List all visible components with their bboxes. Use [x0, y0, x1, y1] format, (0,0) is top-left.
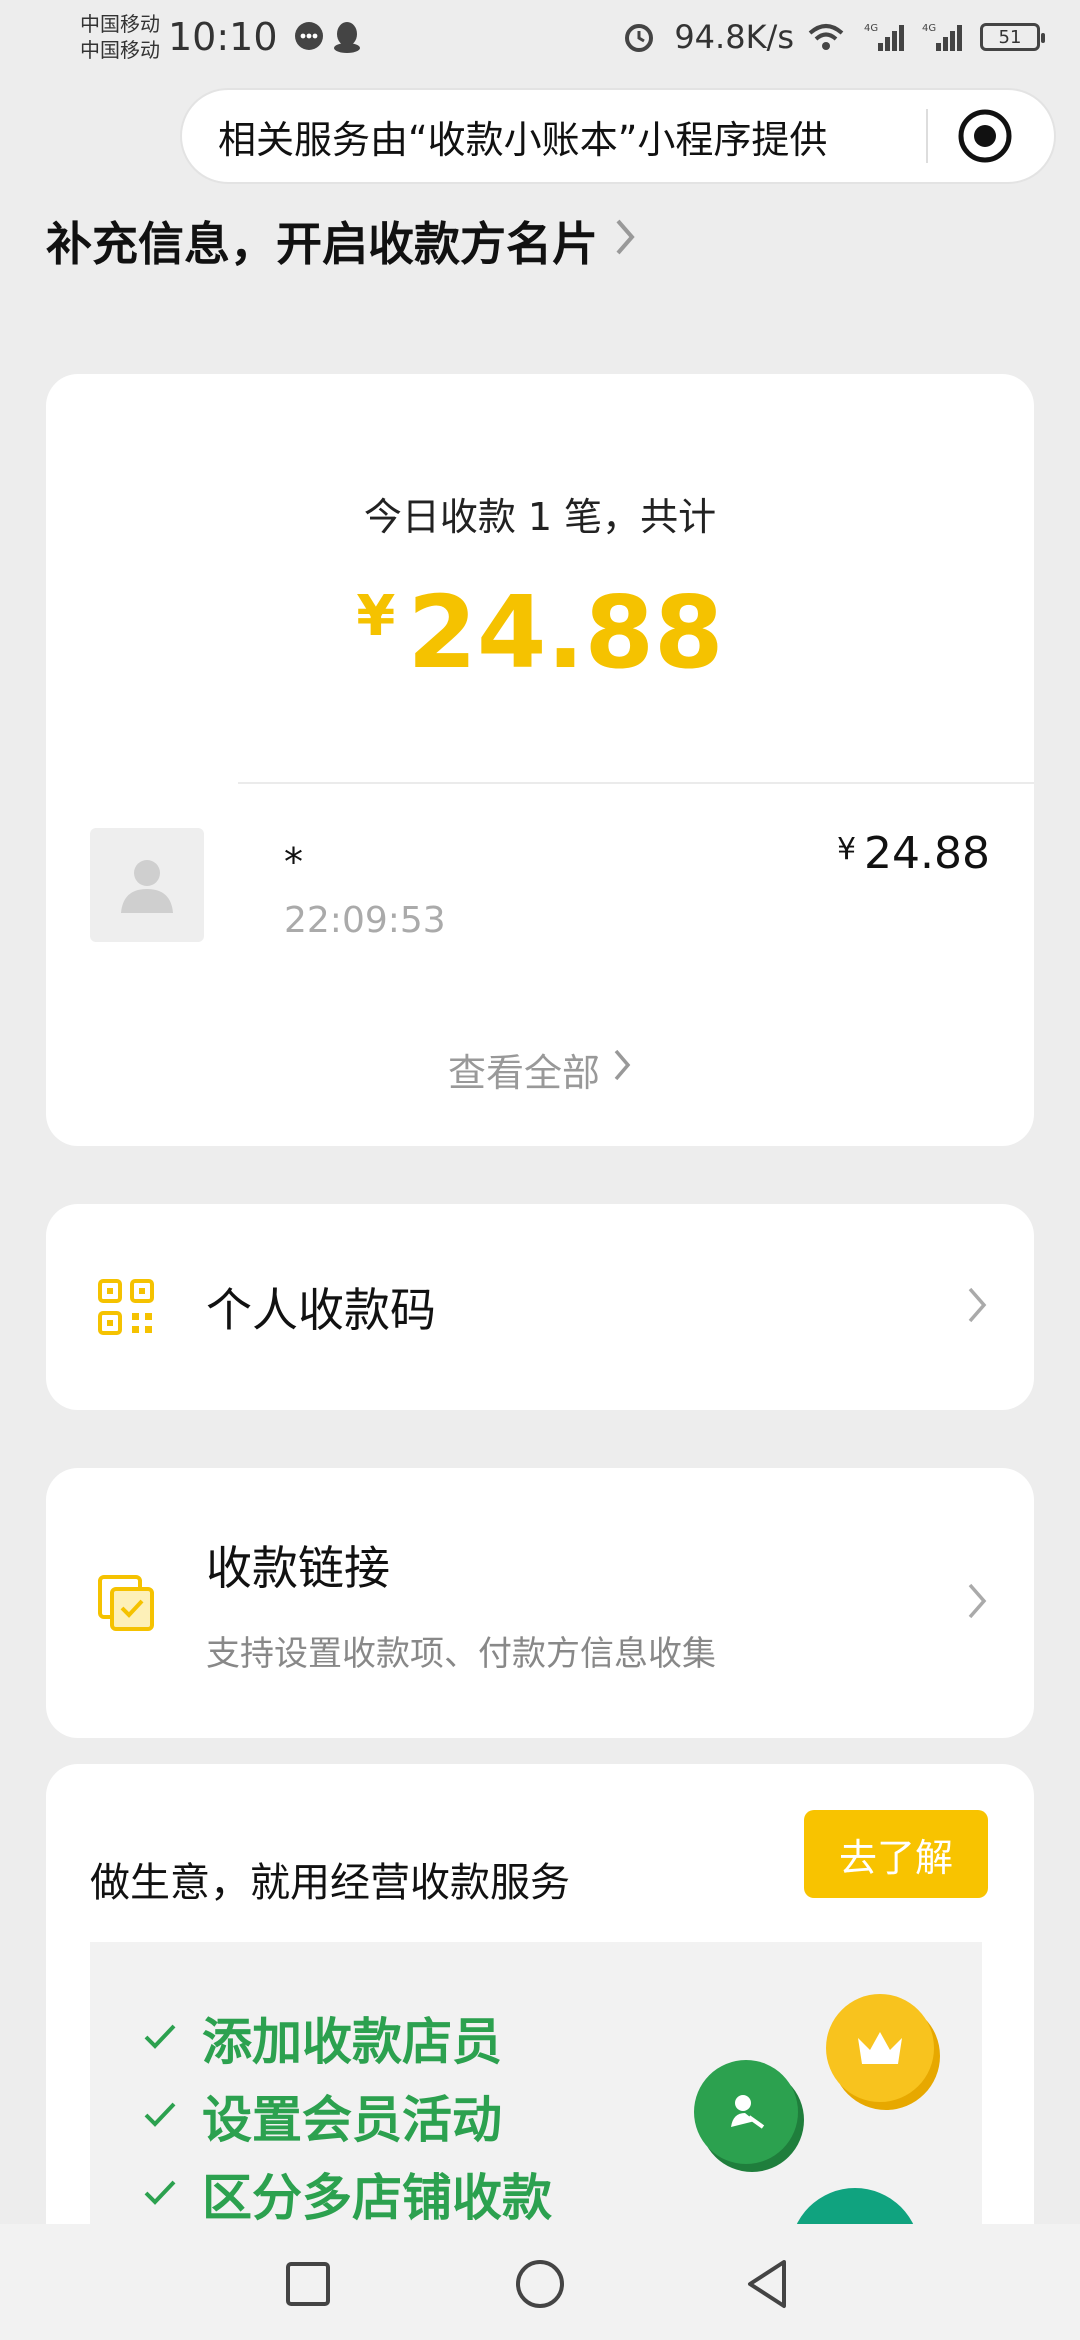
feature-item: 设置会员活动 [142, 2080, 502, 2152]
feature-label: 设置会员活动 [202, 2091, 502, 2149]
menu-subtitle: 支持设置收款项、付款方信息收集 [206, 1633, 716, 1674]
crown-coin-icon [826, 1994, 934, 2102]
qq-icon [332, 20, 362, 54]
chevron-right-icon [966, 1285, 988, 1329]
battery-indicator: 51 [980, 23, 1045, 51]
user-placeholder-icon [121, 860, 173, 913]
menu-title: 个人收款码 [206, 1283, 436, 1337]
carrier-label: 中国移动 [80, 12, 160, 36]
menu-title: 收款链接 [206, 1540, 390, 1595]
back-icon[interactable] [742, 2258, 794, 2310]
recent-apps-icon[interactable] [282, 2258, 334, 2310]
divider [238, 782, 1034, 784]
status-bar: 中国移动 中国移动 10:10 94.8K/s 4G 4G 51 [0, 0, 1080, 74]
feature-label: 添加收款店员 [202, 2013, 502, 2071]
capsule-text: 相关服务由“收款小账本”小程序提供 [218, 117, 828, 162]
transaction-amount: ¥24.88 [837, 828, 990, 879]
transaction-amount-value: 24.88 [864, 828, 990, 879]
link-card-icon [98, 1575, 154, 1631]
chevron-right-icon [614, 214, 636, 268]
clock: 10:10 [168, 15, 278, 59]
signal-4g-icon: 4G [864, 21, 904, 53]
view-all-link[interactable]: 查看全部 [46, 1042, 1034, 1097]
menu-text: 收款链接 支持设置收款项、付款方信息收集 [206, 1532, 966, 1675]
carrier-label: 中国移动 [80, 38, 160, 62]
today-summary-card: 今日收款 1 笔，共计 ¥24.88 * 22:09:53 ¥24.88 查看全… [46, 374, 1034, 1146]
menu-text: 个人收款码 [206, 1274, 966, 1340]
system-nav-bar [0, 2224, 1080, 2340]
check-icon [142, 2099, 178, 2133]
avatar [90, 828, 204, 942]
currency-symbol: ¥ [356, 584, 396, 649]
summary-total: ¥24.88 [46, 574, 1034, 691]
alarm-icon [622, 20, 656, 54]
message-icon [292, 20, 326, 54]
currency-symbol: ¥ [836, 832, 857, 867]
payment-link-item[interactable]: 收款链接 支持设置收款项、付款方信息收集 [46, 1468, 1034, 1738]
target-icon[interactable] [956, 107, 1014, 165]
feature-item: 区分多店铺收款 [142, 2158, 552, 2230]
svg-text:4G: 4G [922, 23, 936, 34]
chevron-right-icon [966, 1581, 988, 1625]
qr-code-icon [98, 1279, 154, 1335]
capsule-divider [926, 109, 928, 163]
feature-item: 添加收款店员 [142, 2002, 502, 2074]
check-icon [142, 2021, 178, 2055]
feature-label: 区分多店铺收款 [202, 2169, 552, 2227]
view-all-label: 查看全部 [447, 1051, 600, 1095]
wifi-icon [806, 21, 846, 53]
staff-coin-icon [694, 2060, 798, 2164]
summary-title: 今日收款 1 笔，共计 [363, 495, 717, 539]
mini-program-capsule[interactable]: 相关服务由“收款小账本”小程序提供 [180, 88, 1056, 184]
total-amount: 24.88 [407, 574, 724, 691]
promo-title: 做生意，就用经营收款服务 [90, 1860, 570, 1906]
payer-name: * [284, 840, 303, 884]
profile-setup-link[interactable]: 补充信息，开启收款方名片 [46, 208, 636, 274]
page-title: 补充信息，开启收款方名片 [46, 217, 598, 271]
check-icon [142, 2177, 178, 2211]
transaction-row[interactable]: * 22:09:53 ¥24.88 [90, 828, 990, 946]
chevron-right-icon [612, 1047, 632, 1092]
net-speed: 94.8K/s [674, 18, 794, 56]
signal-4g-icon: 4G [922, 21, 962, 53]
transaction-time: 22:09:53 [284, 900, 446, 941]
svg-text:4G: 4G [864, 23, 878, 34]
carrier-info: 中国移动 中国移动 [80, 11, 160, 63]
personal-qr-code-item[interactable]: 个人收款码 [46, 1204, 1034, 1410]
learn-more-button[interactable]: 去了解 [804, 1810, 988, 1898]
home-icon[interactable] [514, 2258, 566, 2310]
